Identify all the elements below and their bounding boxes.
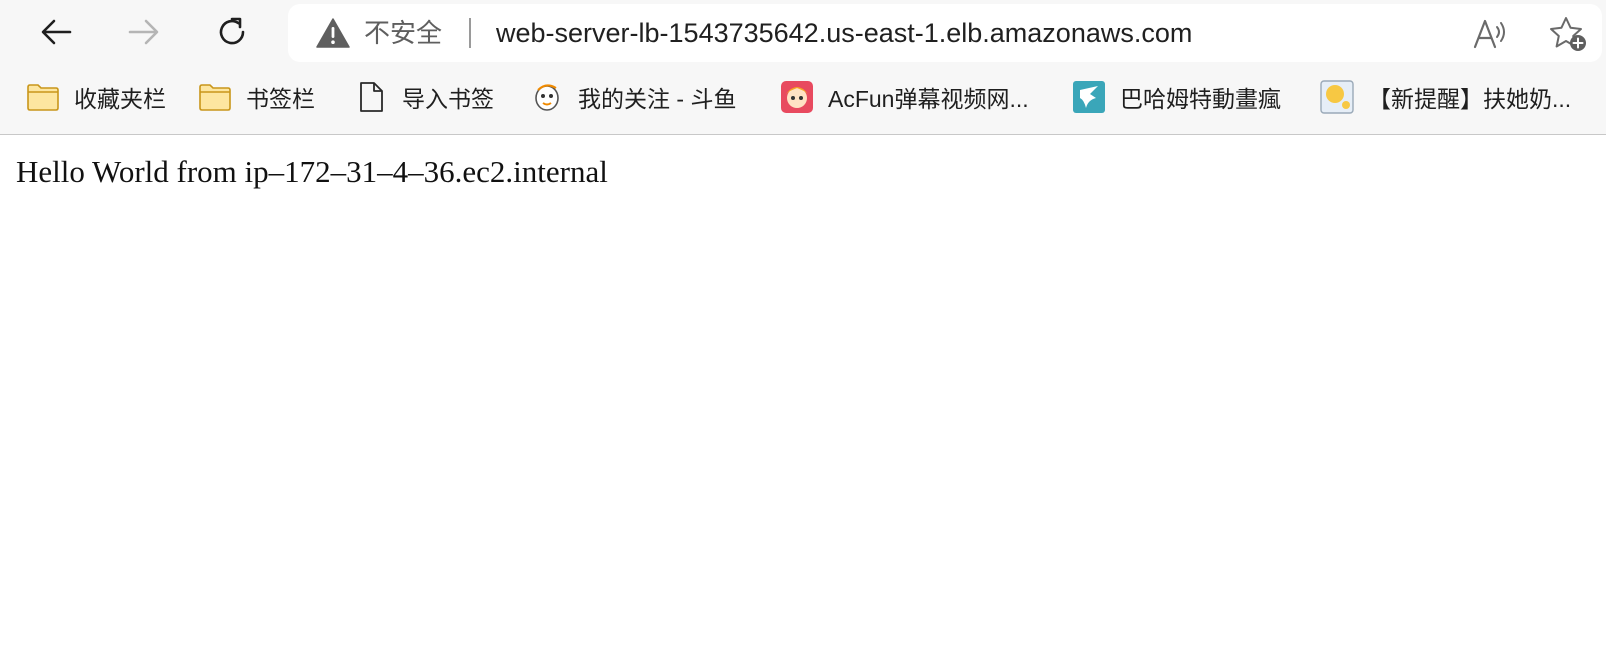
bahamut-icon [1072,80,1106,114]
bookmark-label: 【新提醒】扶她奶... [1368,86,1572,112]
reload-icon [219,17,245,45]
warning-icon [316,18,350,48]
arrow-right-icon [128,19,159,45]
bookmark-import[interactable]: 导入书签 [354,78,494,116]
browser-toolbar: 不安全 web-server-lb-1543735642.us-east-1.e… [0,0,1606,64]
back-button[interactable] [34,10,78,54]
bookmark-label: 导入书签 [402,86,494,112]
bookmark-label: AcFun弹幕视频网... [828,86,1029,112]
page-content: Hello World from ip–172–31–4–36.ec2.inte… [0,136,1606,670]
bookmark-acfun[interactable]: AcFun弹幕视频网... [780,78,1029,116]
security-label[interactable]: 不安全 [364,18,442,48]
bookmark-douyu[interactable]: 我的关注 - 斗鱼 [530,78,736,116]
bookmark-favorites-bar[interactable]: 收藏夹栏 [26,78,166,116]
reload-button[interactable] [210,10,254,54]
arrow-left-icon [41,19,72,45]
folder-icon [198,80,232,114]
add-favorite-button[interactable] [1546,14,1590,54]
read-aloud-button[interactable] [1470,14,1510,54]
bookmark-label: 书签栏 [246,86,315,112]
address-divider [469,18,471,48]
forward-button[interactable] [122,10,166,54]
acfun-icon [780,80,814,114]
bookmark-forum[interactable]: 【新提醒】扶她奶... [1320,78,1571,116]
bookmark-bookmarks-bar[interactable]: 书签栏 [198,78,315,116]
address-bar[interactable]: 不安全 web-server-lb-1543735642.us-east-1.e… [288,4,1602,62]
page-body-text: Hello World from ip–172–31–4–36.ec2.inte… [16,154,608,189]
browser-chrome: 不安全 web-server-lb-1543735642.us-east-1.e… [0,0,1606,135]
bookmark-label: 收藏夹栏 [74,86,166,112]
douyu-icon [530,80,564,114]
file-icon [354,80,388,114]
bookmark-bahamut[interactable]: 巴哈姆特動畫瘋 [1072,78,1281,116]
url-text[interactable]: web-server-lb-1543735642.us-east-1.elb.a… [496,18,1192,48]
site-icon [1320,80,1354,114]
bookmarks-bar: 收藏夹栏 书签栏 导入书签 我的关注 - 斗鱼 AcFun弹幕视频网... 巴哈… [0,72,1606,122]
star-add-icon [1550,17,1586,51]
bookmark-label: 巴哈姆特動畫瘋 [1120,86,1281,112]
bookmark-label: 我的关注 - 斗鱼 [578,86,737,112]
folder-icon [26,80,60,114]
read-aloud-icon [1473,19,1505,49]
